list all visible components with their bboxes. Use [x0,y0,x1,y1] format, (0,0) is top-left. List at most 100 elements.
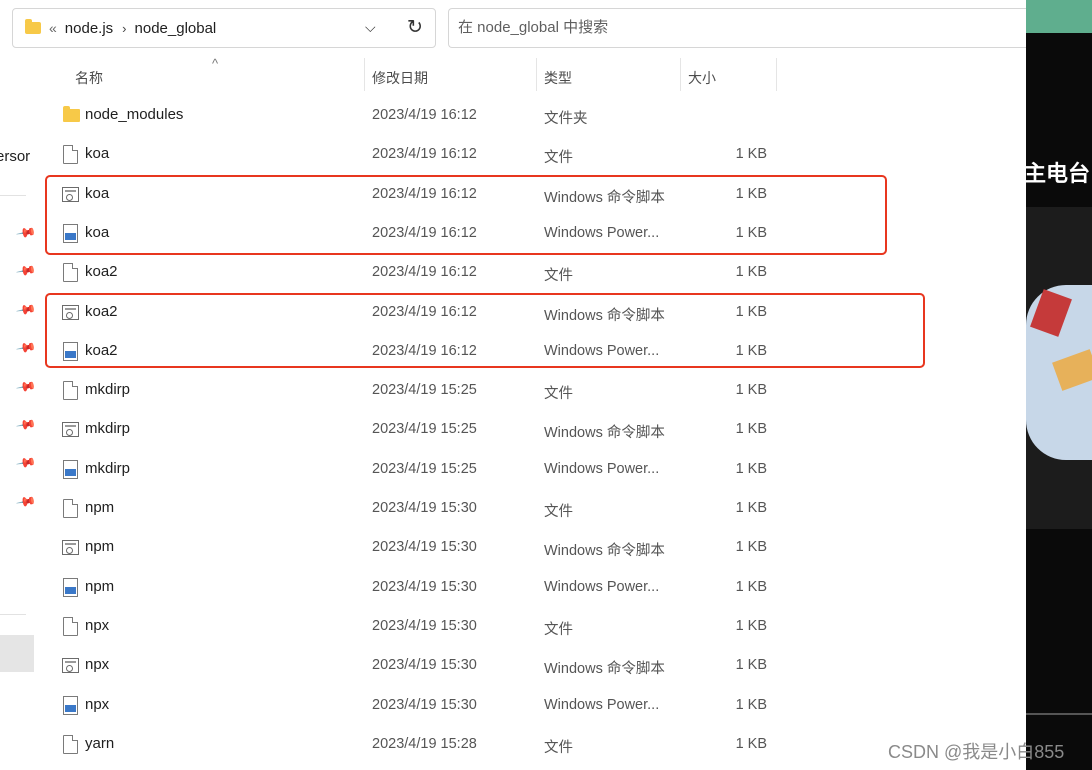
background-window: 主电台 [1026,0,1092,770]
table-row[interactable]: npx 2023/4/19 15:30 Windows 命令脚本 1 KB [36,646,1026,685]
file-type: 文件夹 [544,111,588,127]
file-type: 文件 [544,386,573,403]
pin-icon[interactable]: 📌 [15,260,35,282]
watermark: CSDN @我是小白855 [888,742,1065,762]
column-header-modified[interactable]: 修改日期 [372,68,428,88]
file-name: mkdirp [85,459,131,477]
background-header [1026,0,1092,33]
background-title: 主电台 [1026,161,1091,186]
table-row[interactable]: node_modules 2023/4/19 16:12 文件夹 [36,96,1026,135]
file-modified: 2023/4/19 15:30 [372,617,477,634]
pin-icon[interactable]: 📌 [15,222,35,244]
file-type: Windows Power... [544,460,660,477]
file-modified: 2023/4/19 15:30 [372,500,477,516]
album-art [1026,285,1092,460]
nav-item-selected[interactable] [0,635,34,672]
file-name: koa [85,145,110,163]
column-header-name[interactable]: 名称 [75,68,103,88]
cmd-script-icon [62,540,79,556]
file-type: 文件 [544,621,573,638]
file-name: npx [85,695,110,713]
pin-icon[interactable]: 📌 [15,491,35,513]
file-size: 1 KB [735,539,767,556]
file-list: ^ 名称 修改日期 类型 大小 node_modules 2023/4/19 16… [36,58,1026,770]
column-divider[interactable] [680,58,681,91]
navigation-pane: ersor 📌 📌 📌 📌 📌 📌 📌 📌 [0,58,35,770]
highlight-box [45,175,887,255]
chevron-down-icon[interactable]: ⌵ [365,19,376,36]
powershell-script-icon [63,459,78,479]
file-modified: 2023/4/19 15:30 [372,696,477,713]
file-name: npm [85,577,115,595]
file-name: yarn [85,734,115,752]
column-header-size[interactable]: 大小 [688,68,716,88]
column-divider[interactable] [364,58,365,91]
file-modified: 2023/4/19 16:12 [372,107,477,123]
file-type: 文件 [544,504,573,520]
file-type: Windows 命令脚本 [544,661,665,678]
divider [0,614,26,615]
cmd-script-icon [62,658,79,674]
breadcrumb-nodejs[interactable]: node.js [65,20,113,37]
pin-icon[interactable]: 📌 [15,299,35,321]
file-size: 1 KB [735,500,767,516]
folder-icon [63,106,80,122]
file-name: npx [85,616,110,634]
highlight-box [45,293,925,368]
column-divider[interactable] [536,58,537,91]
file-size: 1 KB [735,735,767,752]
file-type: 文件 [544,739,573,756]
file-size: 1 KB [735,146,767,163]
sort-ascending-icon: ^ [212,58,219,71]
table-row[interactable]: koa2 2023/4/19 16:12 文件 1 KB [36,253,1026,292]
table-row[interactable]: koa 2023/4/19 16:12 文件 1 KB [36,135,1026,174]
file-modified: 2023/4/19 15:25 [372,460,477,477]
table-row[interactable]: npm 2023/4/19 15:30 Windows Power... 1 KB [36,568,1026,607]
breadcrumb-overflow-icon[interactable]: « [49,20,57,36]
file-size: 1 KB [735,696,767,713]
breadcrumb-separator-icon[interactable]: › [122,21,126,36]
search-input[interactable]: 在 node_global 中搜索 [448,8,1026,48]
divider [1026,713,1092,715]
file-size: 1 KB [735,657,767,674]
file-icon [63,263,78,283]
table-row[interactable]: npm 2023/4/19 15:30 文件 1 KB [36,489,1026,528]
pin-icon[interactable]: 📌 [15,376,35,398]
file-size: 1 KB [735,460,767,477]
file-modified: 2023/4/19 15:25 [372,382,477,399]
file-name: mkdirp [85,381,131,399]
table-row[interactable]: yarn 2023/4/19 15:28 文件 1 KB [36,725,1026,764]
refresh-icon[interactable]: ↻ [407,16,423,39]
pin-icon[interactable]: 📌 [15,337,35,359]
file-icon [63,616,78,636]
file-name: node_modules [85,106,184,123]
table-row[interactable]: npx 2023/4/19 15:30 Windows Power... 1 KB [36,686,1026,725]
table-row[interactable]: npx 2023/4/19 15:30 文件 1 KB [36,607,1026,646]
column-divider[interactable] [776,58,777,91]
column-header-type[interactable]: 类型 [544,68,572,88]
file-name: koa2 [85,263,118,281]
table-row[interactable]: npm 2023/4/19 15:30 Windows 命令脚本 1 KB [36,528,1026,567]
file-name: mkdirp [85,420,131,438]
pin-icon[interactable]: 📌 [15,414,35,436]
file-name: npm [85,538,115,556]
table-row[interactable]: mkdirp 2023/4/19 15:25 Windows 命令脚本 1 KB [36,410,1026,449]
file-icon [63,499,78,518]
file-name: npx [85,656,110,674]
file-modified: 2023/4/19 15:30 [372,539,477,556]
table-row[interactable]: mkdirp 2023/4/19 15:25 Windows Power... 1 K… [36,450,1026,489]
file-modified: 2023/4/19 16:12 [372,146,477,163]
address-bar[interactable]: « node.js › node_global ⌵ ↻ [12,8,436,48]
file-size: 1 KB [735,264,767,281]
nav-item-label[interactable]: ersor [0,148,30,165]
file-size: 1 KB [735,578,767,595]
breadcrumb-node-global[interactable]: node_global [135,20,217,37]
file-icon [63,381,78,401]
file-size: 1 KB [735,617,767,634]
pin-icon[interactable]: 📌 [15,452,35,474]
file-type: Windows Power... [544,696,660,713]
file-icon [63,734,78,754]
file-modified: 2023/4/19 16:12 [372,264,477,281]
table-row[interactable]: mkdirp 2023/4/19 15:25 文件 1 KB [36,371,1026,410]
file-icon [63,145,78,165]
